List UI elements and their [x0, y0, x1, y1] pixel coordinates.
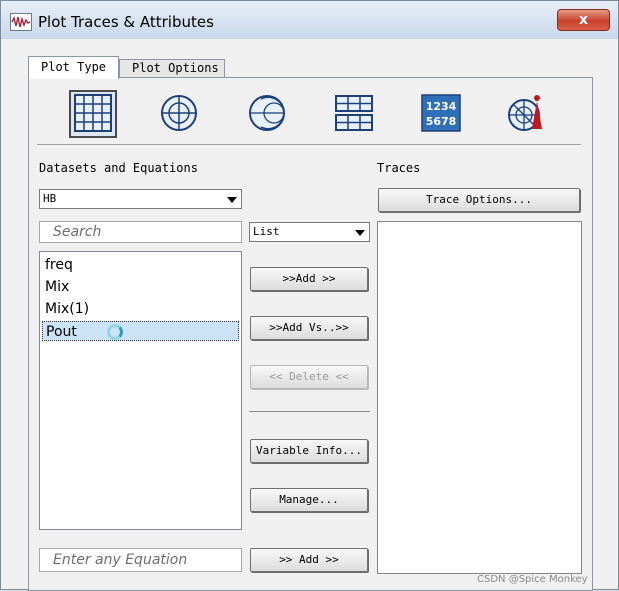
- traces-list[interactable]: [377, 221, 582, 574]
- traces-heading: Traces: [377, 161, 421, 175]
- trace-options-button[interactable]: Trace Options...: [378, 188, 580, 212]
- view-mode-value: List: [253, 225, 280, 238]
- list-item-selected[interactable]: Pout: [42, 321, 239, 341]
- waveform-icon: [10, 13, 32, 31]
- loading-spinner-icon: [107, 324, 123, 340]
- variable-info-button[interactable]: Variable Info...: [250, 439, 368, 463]
- dataset-select-value: HB: [43, 192, 57, 205]
- polar-plot-icon[interactable]: [157, 91, 201, 135]
- window-title: Plot Traces & Attributes: [38, 13, 214, 31]
- add-equation-button[interactable]: >> Add >>: [250, 548, 368, 572]
- svg-text:5678: 5678: [426, 115, 457, 128]
- add-button[interactable]: >>Add >>: [250, 267, 368, 291]
- chevron-down-icon: [227, 197, 237, 203]
- svg-text:1234: 1234: [426, 100, 457, 113]
- dataset-select[interactable]: HB: [39, 189, 242, 209]
- list-view-icon[interactable]: 1234 5678: [419, 91, 463, 135]
- watermark-text: CSDN @Spice Monkey: [477, 574, 588, 585]
- search-placeholder: Search: [53, 224, 102, 240]
- rectangular-plot-icon[interactable]: [71, 91, 115, 135]
- add-vs-button[interactable]: >>Add Vs..>>: [250, 316, 368, 340]
- smith-chart-icon[interactable]: [245, 91, 289, 135]
- section-divider: [37, 144, 581, 145]
- tab-plot-type[interactable]: Plot Type: [28, 56, 119, 79]
- dataset-variable-list[interactable]: freq Mix Mix(1) Pout: [39, 251, 242, 530]
- manage-button[interactable]: Manage...: [250, 488, 368, 512]
- list-item[interactable]: Mix(1): [42, 299, 239, 319]
- list-item[interactable]: Mix: [42, 277, 239, 297]
- plot-traces-dialog: Plot Traces & Attributes x Plot Type Plo…: [0, 0, 619, 591]
- equation-input[interactable]: Enter any Equation: [39, 548, 242, 572]
- search-input[interactable]: Search: [39, 221, 242, 243]
- delete-button[interactable]: << Delete <<: [250, 365, 368, 389]
- close-button[interactable]: x: [557, 9, 610, 31]
- chevron-down-icon: [355, 230, 365, 236]
- title-bar[interactable]: Plot Traces & Attributes x: [1, 1, 618, 39]
- view-mode-select[interactable]: List: [249, 222, 370, 242]
- list-item[interactable]: freq: [42, 255, 239, 275]
- equation-placeholder: Enter any Equation: [53, 552, 188, 568]
- antenna-plot-icon[interactable]: [504, 91, 548, 135]
- stacked-rectangular-icon[interactable]: [332, 91, 376, 135]
- datasets-heading: Datasets and Equations: [39, 161, 198, 175]
- button-divider: [249, 411, 370, 412]
- tab-plot-options[interactable]: Plot Options: [119, 59, 225, 78]
